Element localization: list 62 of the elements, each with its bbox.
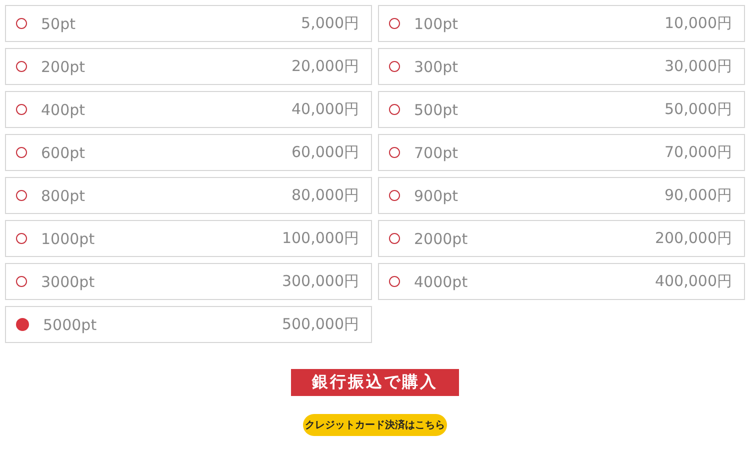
points-label: 50pt <box>41 14 76 32</box>
bank-transfer-button[interactable]: 銀行振込で購入 <box>291 369 459 396</box>
radio-button[interactable] <box>389 18 400 29</box>
points-label: 2000pt <box>414 230 469 248</box>
price-option[interactable]: 700pt 70,000円 <box>378 134 745 171</box>
points-label: 800pt <box>41 186 86 204</box>
radio-button[interactable] <box>389 233 400 244</box>
points-label: 300pt <box>414 58 460 76</box>
price-label: 50,000円 <box>664 100 732 119</box>
radio-button[interactable] <box>16 104 27 115</box>
price-label: 80,000円 <box>292 186 359 205</box>
price-label: 5,000円 <box>301 14 359 33</box>
price-label: 500,000円 <box>282 315 359 334</box>
points-label: 500pt <box>414 100 460 118</box>
radio-button[interactable] <box>389 276 400 287</box>
price-option[interactable]: 800pt 80,000円 <box>5 177 372 214</box>
radio-button[interactable] <box>16 18 27 29</box>
price-option[interactable]: 1000pt 100,000円 <box>5 220 372 257</box>
price-option[interactable]: 300pt 30,000円 <box>378 48 745 85</box>
price-label: 70,000円 <box>664 143 732 162</box>
points-label: 200pt <box>41 58 86 76</box>
price-option[interactable]: 5000pt 500,000円 <box>5 306 372 343</box>
price-option[interactable]: 2000pt 200,000円 <box>378 220 745 257</box>
radio-button[interactable] <box>16 147 27 158</box>
radio-button[interactable] <box>389 190 400 201</box>
price-label: 90,000円 <box>664 186 732 205</box>
radio-button[interactable] <box>389 147 400 158</box>
price-label: 40,000円 <box>292 100 359 119</box>
price-option[interactable]: 4000pt 400,000円 <box>378 263 745 300</box>
radio-button[interactable] <box>16 318 29 331</box>
points-label: 5000pt <box>43 316 98 334</box>
price-label: 400,000円 <box>654 272 732 291</box>
price-label: 20,000円 <box>292 57 359 76</box>
credit-card-button[interactable]: クレジットカード決済はこちら <box>303 414 447 436</box>
price-label: 300,000円 <box>282 272 359 291</box>
price-option[interactable]: 200pt 20,000円 <box>5 48 372 85</box>
radio-button[interactable] <box>389 61 400 72</box>
radio-button[interactable] <box>16 190 27 201</box>
price-option[interactable]: 400pt 40,000円 <box>5 91 372 128</box>
points-label: 900pt <box>414 186 460 204</box>
price-label: 10,000円 <box>664 14 732 33</box>
radio-button[interactable] <box>16 276 27 287</box>
price-label: 100,000円 <box>282 229 359 248</box>
points-label: 700pt <box>414 144 460 162</box>
points-label: 3000pt <box>41 272 96 290</box>
radio-button[interactable] <box>16 233 27 244</box>
price-option[interactable]: 500pt 50,000円 <box>378 91 745 128</box>
price-option[interactable]: 50pt 5,000円 <box>5 5 372 42</box>
points-label: 100pt <box>414 14 460 32</box>
price-label: 60,000円 <box>292 143 359 162</box>
price-option[interactable]: 900pt 90,000円 <box>378 177 745 214</box>
price-label: 30,000円 <box>664 57 732 76</box>
points-label: 4000pt <box>414 272 469 290</box>
radio-button[interactable] <box>389 104 400 115</box>
points-label: 400pt <box>41 100 86 118</box>
radio-button[interactable] <box>16 61 27 72</box>
price-option[interactable]: 3000pt 300,000円 <box>5 263 372 300</box>
price-option[interactable]: 100pt 10,000円 <box>378 5 745 42</box>
price-label: 200,000円 <box>654 229 732 248</box>
points-label: 600pt <box>41 144 86 162</box>
price-option[interactable]: 600pt 60,000円 <box>5 134 372 171</box>
points-label: 1000pt <box>41 230 96 248</box>
